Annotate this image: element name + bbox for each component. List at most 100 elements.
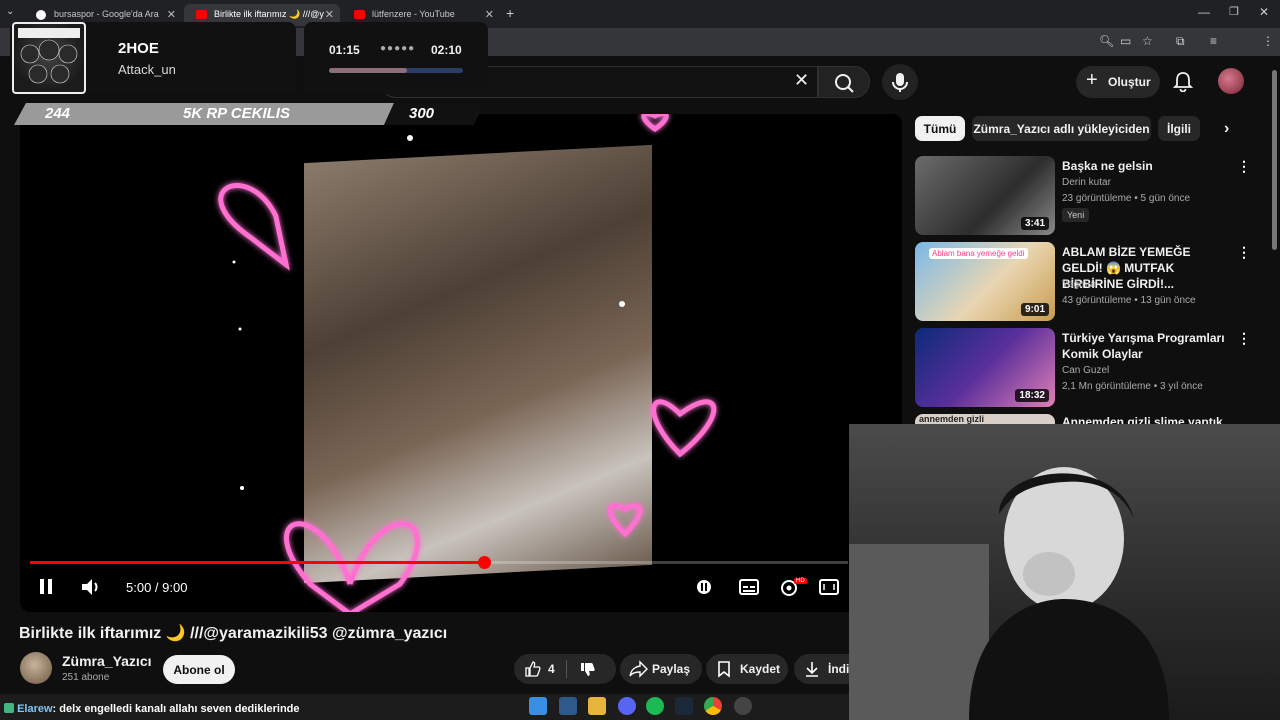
song-artist: Attack_un — [118, 62, 176, 77]
tab-search-icon[interactable]: ⌄ — [6, 6, 14, 17]
theater-mode-icon[interactable] — [818, 576, 840, 598]
new-tab-plus-icon[interactable]: + — [506, 5, 514, 21]
download-button[interactable]: İndi — [794, 654, 850, 684]
chevron-right-icon[interactable]: › — [1224, 120, 1229, 138]
hd-badge: HD — [794, 578, 807, 584]
recommendation-channel[interactable]: Yağmur — [1062, 279, 1096, 290]
chat-username: Elarew — [17, 703, 53, 715]
autoplay-toggle-icon[interactable] — [696, 576, 712, 598]
window-close-icon[interactable]: ✕ — [1259, 5, 1269, 19]
video-thumbnail[interactable]: annemden gizli — [915, 414, 1055, 424]
volume-icon[interactable] — [80, 576, 102, 598]
recommendation-item[interactable]: 18:32 Türkiye Yarışma Programları Komik … — [915, 328, 1265, 408]
voice-search-button[interactable] — [882, 64, 918, 100]
new-badge: Yeni — [1062, 208, 1090, 222]
subscriber-count: 251 abone — [62, 672, 110, 683]
recommendation-item[interactable]: 3:41 Başka ne gelsin Derin kutar 23 görü… — [915, 156, 1265, 236]
zoom-icon[interactable]: 🔍︎ — [1099, 34, 1114, 48]
account-avatar[interactable] — [1218, 68, 1244, 94]
dislike-thumb-icon[interactable] — [579, 661, 597, 679]
more-actions-icon[interactable]: ⋮ — [1237, 330, 1251, 347]
channel-name[interactable]: Zümra_Yazıcı — [62, 653, 152, 669]
maximize-icon[interactable]: ❐ — [1229, 5, 1239, 18]
song-progress-fill — [329, 68, 407, 73]
minimize-icon[interactable]: — — [1198, 5, 1210, 19]
duration-badge: 9:01 — [1020, 303, 1049, 316]
extensions-icon[interactable]: ⧉ — [1176, 34, 1185, 49]
video-player[interactable]: 5:00 / 9:00 HD — [20, 114, 902, 612]
recommendation-channel[interactable]: Can Guzel — [1062, 365, 1109, 376]
recommendation-meta: 2,1 Mn görüntüleme • 3 yıl önce — [1062, 381, 1203, 392]
thumbnail-caption: Ablam bana yemeğe geldi — [929, 248, 1028, 259]
pause-icon[interactable] — [38, 576, 54, 598]
video-time-display: 5:00 / 9:00 — [126, 580, 188, 595]
duration-badge: 3:41 — [1020, 217, 1049, 230]
video-thumbnail[interactable]: 18:32 — [915, 328, 1055, 407]
tab-title: Birlikte ilk iftarımız 🌙 ///@y — [214, 9, 324, 19]
recommendation-title[interactable]: Türkiye Yarışma Programları Komik Olayla… — [1062, 330, 1232, 362]
app-icon[interactable] — [734, 697, 752, 715]
heart-effects — [218, 114, 717, 612]
song-total-time: 02:10 — [431, 43, 462, 57]
notifications-bell-icon[interactable] — [1172, 70, 1194, 92]
share-button[interactable]: Paylaş — [620, 654, 702, 684]
create-button[interactable]: + Oluştur — [1076, 66, 1160, 98]
chip-all[interactable]: Tümü — [915, 116, 965, 141]
more-actions-icon[interactable]: ⋮ — [1237, 244, 1251, 261]
download-label: İndi — [828, 662, 850, 676]
rp-left-value: 244 — [45, 105, 71, 122]
song-current-time: 01:15 — [329, 43, 360, 57]
browser-menu-icon[interactable]: ⋮ — [1262, 34, 1274, 48]
recommendation-title[interactable]: Başka ne gelsin — [1062, 158, 1232, 174]
save-label: Kaydet — [740, 662, 781, 676]
page-scrollbar[interactable] — [1272, 70, 1277, 250]
song-dots: ●●●●● — [380, 43, 416, 54]
video-thumbnail[interactable]: Ablam bana yemeğe geldi 9:01 — [915, 242, 1055, 321]
rp-title: 5K RP CEKILIS — [183, 105, 290, 122]
tab-title: lütfenzere - YouTube — [372, 9, 455, 19]
media-queue-icon[interactable]: ≡ — [1210, 34, 1217, 48]
bookmark-star-icon[interactable]: ☆ — [1142, 34, 1153, 48]
windows-start-icon[interactable] — [529, 697, 547, 715]
recommendation-channel[interactable]: Derin kutar — [1062, 177, 1111, 188]
chrome-icon[interactable] — [704, 697, 722, 715]
subscribe-button[interactable]: Abone ol — [163, 655, 235, 684]
divider — [566, 660, 567, 678]
video-thumbnail[interactable]: 3:41 — [915, 156, 1055, 235]
webcam-overlay — [849, 424, 1280, 720]
chip-from-uploader[interactable]: Zümra_Yazıcı adlı yükleyiciden — [972, 116, 1151, 141]
song-timer-widget — [304, 22, 488, 94]
chat-text: : delx engelledi kanalı allahı seven ded… — [52, 703, 300, 715]
tab-title: bursaspor - Google'da Ara — [54, 9, 159, 19]
discord-icon[interactable] — [618, 697, 636, 715]
more-actions-icon[interactable]: ⋮ — [1237, 158, 1251, 175]
close-icon[interactable]: ✕ — [485, 8, 494, 21]
clear-search-icon[interactable]: ✕ — [794, 70, 809, 91]
download-icon — [806, 662, 818, 677]
video-progress-fill — [30, 561, 485, 564]
video-title: Birlikte ilk iftarımız 🌙 ///@yaramazikil… — [19, 625, 448, 642]
channel-avatar[interactable] — [20, 652, 52, 684]
spotify-icon[interactable] — [646, 697, 664, 715]
close-icon[interactable]: ✕ — [167, 8, 176, 21]
chat-message: Elarew: delx engelledi kanalı allahı sev… — [4, 703, 300, 715]
search-button[interactable] — [818, 66, 870, 98]
recommendation-title[interactable]: Annemden gizli slime yaptık 😂 — [1062, 414, 1232, 424]
chip-related[interactable]: İlgili — [1158, 116, 1200, 141]
recommendation-item[interactable]: annemden gizli Annemden gizli slime yapt… — [915, 414, 1265, 424]
steam-icon[interactable] — [675, 697, 693, 715]
recommendation-item[interactable]: Ablam bana yemeğe geldi 9:01 ABLAM BİZE … — [915, 242, 1265, 322]
song-title: 2HOE — [118, 40, 159, 57]
share-arrow-icon — [629, 660, 648, 678]
file-explorer-icon[interactable] — [588, 697, 606, 715]
cast-icon[interactable]: ▭ — [1120, 34, 1131, 48]
search-icon — [835, 74, 854, 93]
like-thumb-icon[interactable] — [524, 660, 542, 678]
app-icon[interactable] — [559, 697, 577, 715]
subtitles-icon[interactable] — [738, 576, 760, 598]
recommendation-meta: 43 görüntüleme • 13 gün önce — [1062, 295, 1196, 306]
like-dislike-group: 4 — [514, 654, 616, 684]
close-icon[interactable]: ✕ — [325, 8, 334, 21]
save-button[interactable]: Kaydet — [706, 654, 788, 684]
youtube-icon — [196, 10, 207, 19]
